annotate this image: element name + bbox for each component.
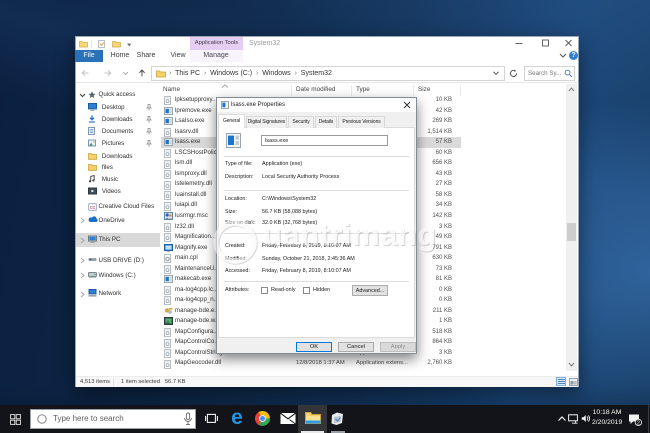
svg-text:2: 2 [637, 421, 640, 426]
svg-text:cc: cc [90, 205, 96, 211]
svg-text:uantrimang: uantrimang [263, 217, 437, 252]
